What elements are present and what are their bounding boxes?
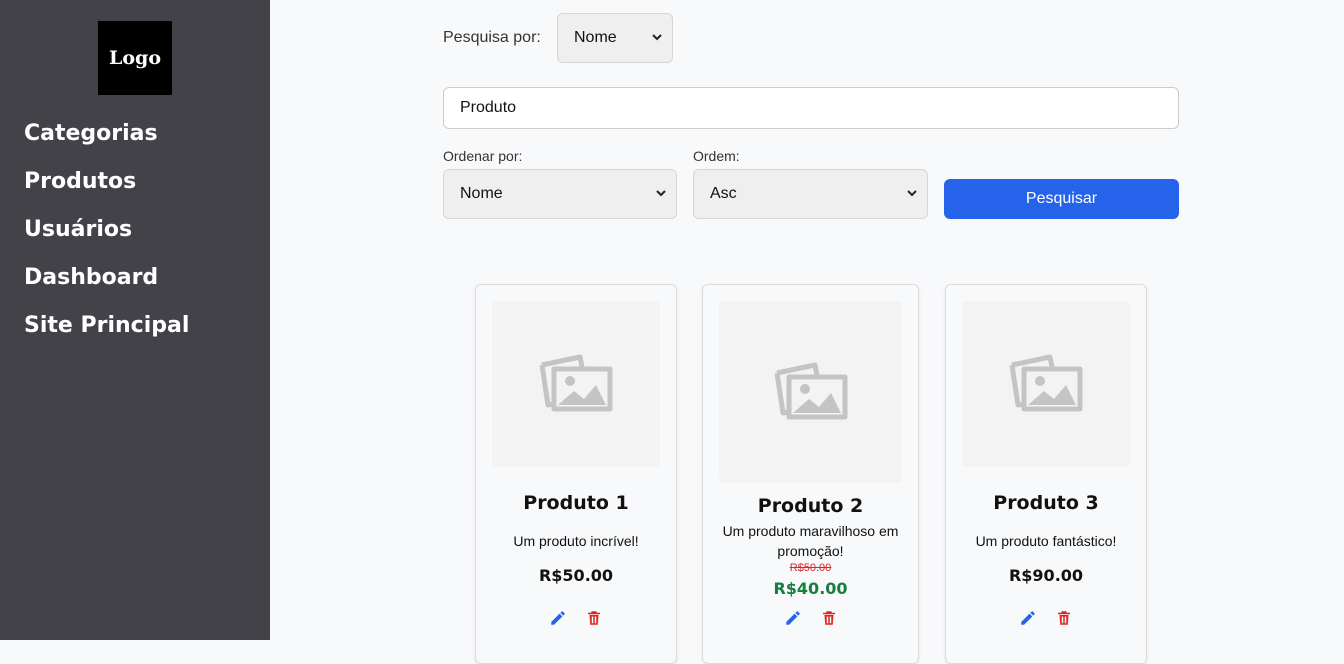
chevron-down-icon [907,188,917,198]
order-select[interactable]: Asc [693,169,928,219]
image-placeholder-icon [771,357,851,427]
product-description: Um produto fantástico! [975,533,1117,549]
search-input[interactable]: Produto [443,87,1179,129]
order-by-label: Ordenar por: [443,148,523,164]
chevron-down-icon [652,32,662,42]
product-actions [946,609,1146,627]
chevron-down-icon [656,188,666,198]
product-promo-price: R$40.00 [773,579,848,598]
search-button[interactable]: Pesquisar [944,179,1179,219]
product-old-price: R$50.00 [789,562,832,574]
product-image-placeholder [492,301,660,467]
sidebar-nav: Categorias Produtos Usuários Dashboard S… [24,117,189,357]
product-price: R$50.00 [538,566,614,585]
product-description: Um produto incrível! [513,533,639,549]
search-type-label: Pesquisa por: [443,29,541,46]
product-actions [703,609,918,627]
search-type-value: Nome [574,29,617,46]
product-name: Produto 2 [757,495,864,517]
trash-icon[interactable] [820,609,838,627]
search-input-value: Produto [460,99,517,116]
sidebar-item-dashboard[interactable]: Dashboard [24,261,189,309]
sidebar-item-usuarios[interactable]: Usuários [24,213,189,261]
sidebar-item-site-principal[interactable]: Site Principal [24,309,189,357]
image-placeholder-icon [1006,349,1086,419]
product-image-placeholder [719,301,902,483]
product-name: Produto 3 [993,492,1099,514]
order-by-select[interactable]: Nome [443,169,677,219]
logo[interactable]: Logo [98,21,172,95]
pencil-icon[interactable] [549,609,567,627]
product-image-placeholder [962,301,1130,467]
trash-icon[interactable] [1055,609,1073,627]
pencil-icon[interactable] [784,609,802,627]
search-type-select[interactable]: Nome [557,13,673,63]
order-label: Ordem: [693,148,740,164]
order-value: Asc [710,185,737,202]
product-price: R$90.00 [1008,566,1084,585]
product-name: Produto 1 [523,492,629,514]
image-placeholder-icon [536,349,616,419]
product-card: Produto 2 Um produto maravilhoso em prom… [702,284,919,664]
product-actions [476,609,676,627]
pencil-icon[interactable] [1019,609,1037,627]
product-description: Um produto maravilhoso em promoção! [722,523,899,559]
trash-icon[interactable] [585,609,603,627]
product-card: Produto 1 Um produto incrível! R$50.00 [475,284,677,664]
product-card: Produto 3 Um produto fantástico! R$90.00 [945,284,1147,664]
main-content: Pesquisa por: Nome Produto Ordenar por: … [270,0,1344,664]
sidebar-item-produtos[interactable]: Produtos [24,165,189,213]
sidebar: Logo Categorias Produtos Usuários Dashbo… [0,0,270,640]
sidebar-item-categorias[interactable]: Categorias [24,117,189,165]
order-by-value: Nome [460,185,503,202]
